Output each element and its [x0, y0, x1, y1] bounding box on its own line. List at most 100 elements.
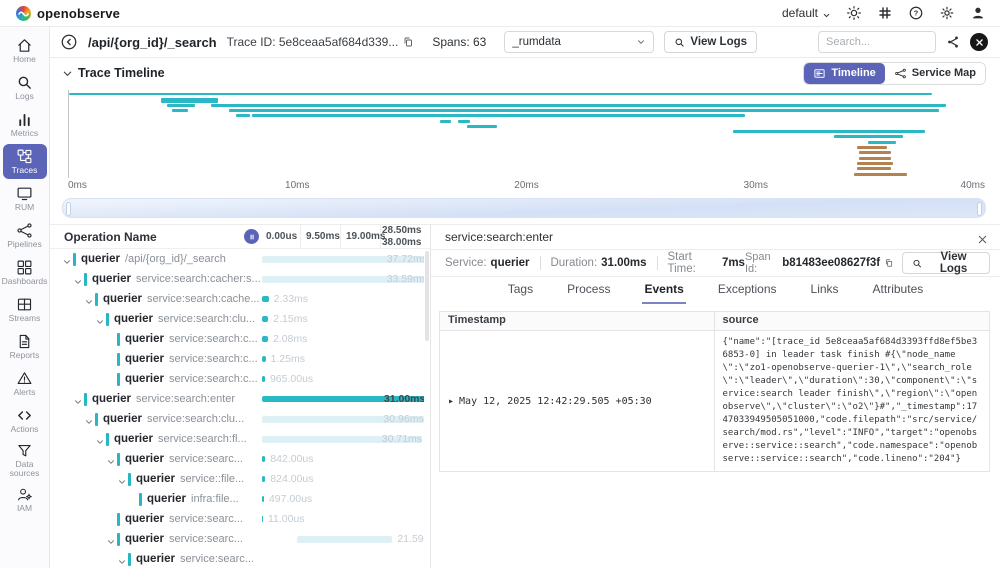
sidebar-item-alerts[interactable]: Alerts: [3, 366, 47, 401]
expand-row-icon[interactable]: ▸: [448, 396, 454, 407]
chevron-down-icon[interactable]: [84, 294, 94, 304]
span-bar[interactable]: [733, 130, 925, 133]
span-tree-row[interactable]: querierservice:search:cache...2.33ms: [50, 289, 424, 309]
tab-events[interactable]: Events: [642, 278, 685, 304]
chevron-down-icon: [636, 37, 646, 47]
chevron-down-icon[interactable]: [106, 454, 116, 464]
help-icon[interactable]: ?: [908, 5, 924, 21]
span-tree-row[interactable]: querierservice:searc...21.59ms: [50, 529, 424, 549]
span-tree-row[interactable]: querierservice:search:c...2.08ms: [50, 329, 424, 349]
span-tree-row[interactable]: querierservice:searc...11.00us: [50, 509, 424, 529]
minimap-left-handle[interactable]: [66, 202, 71, 216]
span-tree-row[interactable]: querierservice:searc...842.00us: [50, 449, 424, 469]
timeline-minimap[interactable]: [62, 198, 986, 218]
span-tree-row[interactable]: querier/api/{org_id}/_search37.72ms: [50, 249, 424, 269]
ops-scrollbar-thumb[interactable]: [425, 251, 429, 341]
chevron-down-icon[interactable]: [117, 474, 127, 484]
tab-process[interactable]: Process: [565, 278, 612, 304]
span-bar[interactable]: [211, 104, 946, 107]
tab-links[interactable]: Links: [809, 278, 841, 304]
chevron-down-icon[interactable]: [73, 274, 83, 284]
sidebar-item-reports[interactable]: Reports: [3, 329, 47, 364]
span-bar[interactable]: [857, 162, 894, 165]
sidebar-item-pipelines[interactable]: Pipelines: [3, 218, 47, 253]
sidebar-item-label: RUM: [15, 203, 34, 212]
span-bar[interactable]: [458, 120, 469, 123]
sidebar-item-dashboards[interactable]: Dashboards: [3, 255, 47, 290]
sidebar-item-streams[interactable]: Streams: [3, 292, 47, 327]
trace-title: /api/{org_id}/_search: [88, 35, 217, 50]
span-bar[interactable]: [868, 141, 895, 144]
sidebar-item-logs[interactable]: Logs: [3, 70, 47, 105]
share-icon[interactable]: [946, 35, 960, 49]
span-tree-row[interactable]: querierinfra:file...497.00us: [50, 489, 424, 509]
span-bar[interactable]: [229, 109, 939, 112]
copy-icon[interactable]: [402, 36, 414, 48]
back-icon[interactable]: [60, 33, 78, 51]
sidebar-item-actions[interactable]: Actions: [3, 403, 47, 438]
close-trace-button[interactable]: [970, 33, 988, 51]
tab-tags[interactable]: Tags: [506, 278, 535, 304]
span-tree-row[interactable]: querierservice:search:enter31.00ms: [50, 389, 424, 409]
chevron-down-icon[interactable]: [73, 394, 83, 404]
sidebar-item-data-sources[interactable]: Data sources: [3, 440, 47, 480]
event-row[interactable]: ▸ May 12, 2025 12:42:29.505 +05:30 {"nam…: [440, 331, 989, 471]
sidebar-item-metrics[interactable]: Metrics: [3, 107, 47, 142]
span-bar[interactable]: [859, 151, 891, 154]
sidebar-item-iam[interactable]: IAM: [3, 482, 47, 517]
service-label: Service:: [445, 257, 487, 269]
span-tree-row[interactable]: querierservice:search:c...965.00us: [50, 369, 424, 389]
view-logs-button[interactable]: View Logs: [664, 31, 757, 53]
span-tree-row[interactable]: querierservice::file...824.00us: [50, 469, 424, 489]
span-bar[interactable]: [161, 98, 218, 103]
stream-selector[interactable]: _rumdata: [504, 31, 654, 53]
span-tree-row[interactable]: querierservice:searc...: [50, 549, 424, 568]
span-tree-row[interactable]: querierservice:search:clu...30.96ms: [50, 409, 424, 429]
span-bar[interactable]: [859, 157, 891, 160]
span-detail-panel: service:search:enter Service:querier Dur…: [430, 225, 1000, 568]
span-meta-row: Service:querier Duration:31.00ms Start T…: [431, 250, 1000, 277]
span-tree-row[interactable]: querierservice:search:c...1.25ms: [50, 349, 424, 369]
collapse-all-button[interactable]: [244, 229, 259, 244]
span-bar[interactable]: [252, 114, 744, 117]
span-bar[interactable]: [854, 173, 907, 176]
span-bar[interactable]: [857, 146, 887, 149]
settings-icon[interactable]: [939, 5, 955, 21]
chevron-down-icon[interactable]: [95, 434, 105, 444]
span-duration-label: 33.59ms: [387, 273, 424, 285]
user-icon[interactable]: [970, 5, 986, 21]
timeline-toggle-button[interactable]: Timeline: [804, 63, 884, 84]
sidebar-item-rum[interactable]: RUM: [3, 181, 47, 216]
sidebar-item-home[interactable]: Home: [3, 33, 47, 68]
span-tree-row[interactable]: querierservice:search:cacher:s...33.59ms: [50, 269, 424, 289]
tab-exceptions[interactable]: Exceptions: [716, 278, 779, 304]
service-map-toggle-button[interactable]: Service Map: [885, 63, 985, 84]
search-input[interactable]: [818, 31, 936, 53]
chevron-down-icon[interactable]: [62, 254, 72, 264]
span-bar[interactable]: [236, 114, 250, 117]
span-bar[interactable]: [440, 120, 451, 123]
close-icon[interactable]: [977, 232, 988, 243]
tab-attributes[interactable]: Attributes: [871, 278, 926, 304]
span-bar[interactable]: [167, 104, 194, 107]
copy-icon[interactable]: [884, 257, 894, 269]
span-view-logs-button[interactable]: View Logs: [902, 252, 990, 274]
timeline-section-header[interactable]: Trace Timeline: [62, 66, 165, 80]
span-bar[interactable]: [172, 109, 188, 112]
chevron-down-icon[interactable]: [106, 534, 116, 544]
timeline-icon: [813, 67, 826, 80]
org-selector[interactable]: default: [782, 6, 831, 20]
span-tree-row[interactable]: querierservice:search:clu...2.15ms: [50, 309, 424, 329]
span-bar[interactable]: [69, 93, 932, 95]
chevron-down-icon[interactable]: [84, 414, 94, 424]
slack-icon[interactable]: [877, 5, 893, 21]
chevron-down-icon[interactable]: [117, 554, 127, 564]
span-bar[interactable]: [857, 167, 891, 170]
minimap-right-handle[interactable]: [977, 202, 982, 216]
span-bar[interactable]: [834, 135, 903, 138]
chevron-down-icon[interactable]: [95, 314, 105, 324]
span-bar[interactable]: [467, 125, 497, 128]
sidebar-item-traces[interactable]: Traces: [3, 144, 47, 179]
span-tree-row[interactable]: querierservice:search:fl...30.71ms: [50, 429, 424, 449]
theme-icon[interactable]: [846, 5, 862, 21]
